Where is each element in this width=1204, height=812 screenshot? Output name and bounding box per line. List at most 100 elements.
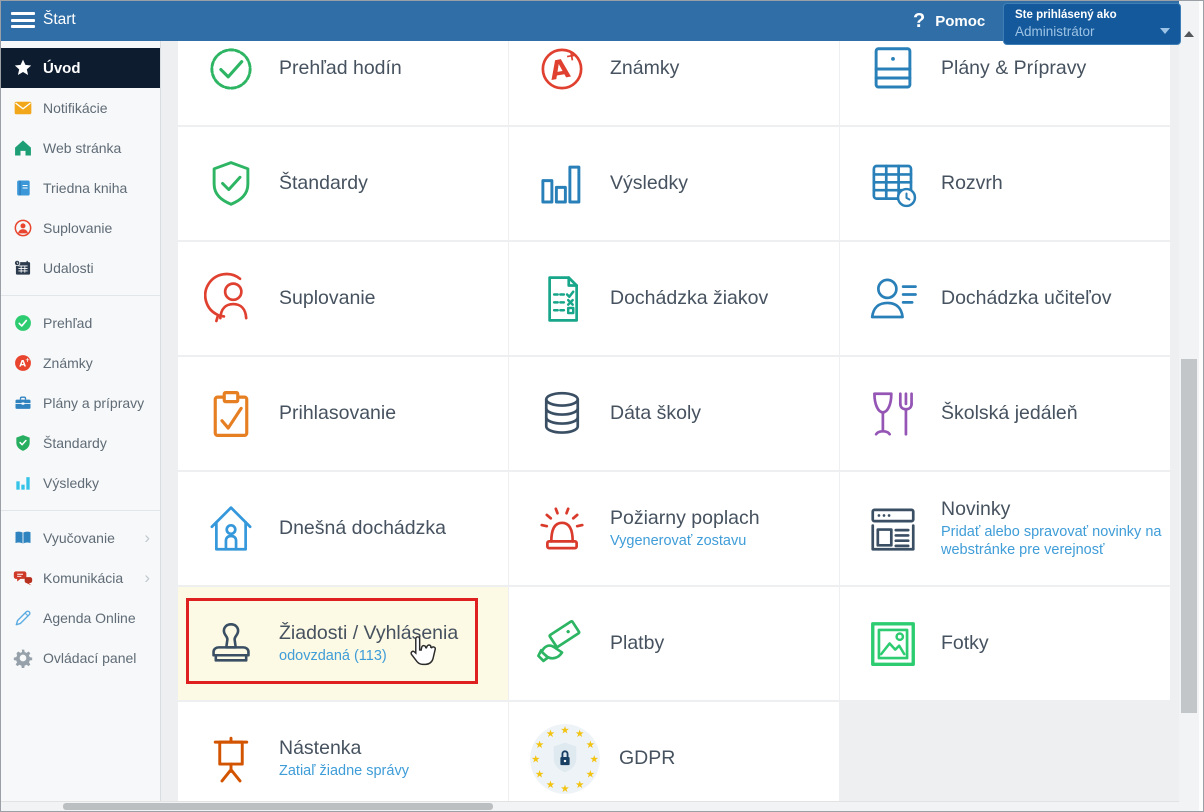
tile-novinky[interactable]: Novinky Pridať alebo spravovať novinky n… bbox=[840, 472, 1170, 585]
sidebar-item-plany-a-pripravy[interactable]: Plány a prípravy bbox=[1, 383, 160, 423]
gdpr-stars-lock-icon: ★★★★★★★★★★★★ bbox=[523, 720, 607, 798]
caret-down-icon bbox=[1160, 28, 1170, 34]
user-role-dropdown[interactable]: Ste prihlásený ako Administrátor bbox=[1003, 3, 1181, 45]
tile-dnesna-dochadzka[interactable]: Dnešná dochádzka bbox=[178, 472, 508, 585]
sidebar: Úvod Notifikácie Web stránka Triedna kni… bbox=[1, 41, 161, 801]
tile-rozvrh[interactable]: Rozvrh bbox=[840, 127, 1170, 240]
chevron-right-icon: › bbox=[144, 528, 150, 548]
sidebar-item-prehlad[interactable]: Prehľad bbox=[1, 303, 160, 343]
tile-data-skoly[interactable]: Dáta školy bbox=[509, 357, 839, 470]
sidebar-item-udalosti[interactable]: Udalosti bbox=[1, 248, 160, 288]
gear-icon bbox=[11, 648, 35, 668]
briefcase-icon bbox=[11, 393, 35, 413]
tile-nastenka[interactable]: Nástenka Zatiaľ žiadne správy bbox=[178, 702, 508, 812]
seal-check-icon bbox=[203, 42, 259, 96]
tile-dochadzka-ucitelov[interactable]: Dochádzka učiteľov bbox=[840, 242, 1170, 355]
notebook-icon bbox=[11, 178, 35, 198]
sidebar-item-notifikacie[interactable]: Notifikácie bbox=[1, 88, 160, 128]
sidebar-item-label: Úvod bbox=[43, 60, 81, 77]
siren-icon bbox=[534, 502, 590, 556]
svg-text:★: ★ bbox=[531, 753, 540, 765]
open-book-icon bbox=[11, 528, 35, 548]
sidebar-item-label: Agenda Online bbox=[43, 610, 136, 626]
sidebar-item-label: Web stránka bbox=[43, 140, 121, 156]
start-menu-label[interactable]: Štart bbox=[43, 11, 76, 29]
sidebar-item-label: Notifikácie bbox=[43, 100, 108, 116]
svg-text:+: + bbox=[25, 358, 30, 364]
tile-dochadzka-ziakov[interactable]: Dochádzka žiakov bbox=[509, 242, 839, 355]
tile-platby[interactable]: Platby bbox=[509, 587, 839, 700]
scroll-up-arrow-icon[interactable] bbox=[1184, 31, 1194, 37]
vertical-scrollbar-thumb[interactable] bbox=[1181, 359, 1197, 713]
sidebar-item-ovladaci-panel[interactable]: Ovládací panel bbox=[1, 638, 160, 678]
home-icon bbox=[11, 138, 35, 158]
tile-label: Nástenka bbox=[279, 737, 409, 760]
svg-text:★: ★ bbox=[586, 739, 595, 751]
tile-poziarny-poplach[interactable]: Požiarny poplach Vygenerovať zostavu bbox=[509, 472, 839, 585]
manage-news-link[interactable]: Pridať alebo spravovať novinky na webstr… bbox=[941, 523, 1170, 559]
tile-fotky[interactable]: Fotky bbox=[840, 587, 1170, 700]
tile-label: Známky bbox=[610, 57, 679, 80]
sidebar-item-suplovanie[interactable]: Suplovanie bbox=[1, 208, 160, 248]
window-right-margin bbox=[1199, 1, 1204, 812]
sidebar-item-vysledky[interactable]: Výsledky bbox=[1, 463, 160, 503]
question-mark-icon: ? bbox=[913, 10, 925, 33]
sidebar-item-uvod[interactable]: Úvod bbox=[1, 48, 160, 88]
tile-suplovanie[interactable]: Suplovanie bbox=[178, 242, 508, 355]
help-button[interactable]: ? Pomoc bbox=[913, 1, 985, 41]
horizontal-scrollbar-thumb[interactable] bbox=[63, 803, 493, 810]
no-messages-link[interactable]: Zatiaľ žiadne správy bbox=[279, 762, 409, 780]
chevron-right-icon: › bbox=[144, 568, 150, 588]
person-circle-icon bbox=[11, 218, 35, 238]
sidebar-item-label: Plány a prípravy bbox=[43, 395, 144, 411]
sidebar-item-triedna-kniha[interactable]: Triedna kniha bbox=[1, 168, 160, 208]
tile-gdpr[interactable]: ★★★★★★★★★★★★ GDPR bbox=[509, 702, 839, 812]
hand-cursor-icon bbox=[406, 635, 436, 674]
tile-label: Školská jedáleň bbox=[941, 402, 1078, 425]
bar-chart-icon bbox=[11, 473, 35, 493]
sidebar-item-vyucovanie[interactable]: Vyučovanie › bbox=[1, 518, 160, 558]
sidebar-item-label: Ovládací panel bbox=[43, 650, 136, 666]
sidebar-item-label: Suplovanie bbox=[43, 220, 112, 236]
shield-check-icon bbox=[203, 157, 259, 211]
svg-text:★: ★ bbox=[560, 724, 569, 736]
tile-label: Dnešná dochádzka bbox=[279, 517, 446, 540]
sidebar-item-web-stranka[interactable]: Web stránka bbox=[1, 128, 160, 168]
tile-label: Dochádzka učiteľov bbox=[941, 287, 1111, 310]
person-substitution-icon bbox=[203, 272, 259, 326]
attendance-checklist-icon bbox=[534, 272, 590, 326]
generate-report-link[interactable]: Vygenerovať zostavu bbox=[610, 532, 760, 550]
tile-prihlasovanie[interactable]: Prihlasovanie bbox=[178, 357, 508, 470]
newspaper-icon bbox=[865, 502, 921, 556]
tile-standardy[interactable]: Štandardy bbox=[178, 127, 508, 240]
chat-bubbles-icon bbox=[11, 568, 35, 588]
house-person-icon bbox=[203, 502, 259, 556]
sidebar-item-standardy[interactable]: Štandardy bbox=[1, 423, 160, 463]
svg-text:+: + bbox=[564, 46, 579, 65]
sidebar-divider bbox=[1, 510, 160, 511]
sidebar-item-agenda-online[interactable]: Agenda Online bbox=[1, 598, 160, 638]
tile-label: Dáta školy bbox=[610, 402, 701, 425]
timetable-clock-icon bbox=[865, 157, 921, 211]
clipboard-check-icon bbox=[203, 387, 259, 441]
tile-ziadosti-vyhlasenia[interactable]: Žiadosti / Vyhlásenia odovzdaná (113) bbox=[178, 587, 508, 700]
tile-label: Prehľad hodín bbox=[279, 57, 402, 80]
tile-label: GDPR bbox=[619, 747, 675, 770]
tile-label: Plány & Prípravy bbox=[941, 57, 1086, 80]
svg-text:★: ★ bbox=[560, 782, 569, 794]
svg-text:★: ★ bbox=[546, 728, 555, 740]
star-icon bbox=[11, 58, 35, 78]
payment-hand-icon bbox=[534, 617, 590, 671]
sidebar-item-znamky[interactable]: A+ Známky bbox=[1, 343, 160, 383]
tile-skolska-jedalen[interactable]: Školská jedáleň bbox=[840, 357, 1170, 470]
tile-vysledky[interactable]: Výsledky bbox=[509, 127, 839, 240]
person-lines-icon bbox=[865, 272, 921, 326]
hamburger-menu-icon[interactable] bbox=[11, 12, 35, 30]
svg-text:★: ★ bbox=[535, 739, 544, 751]
sidebar-item-label: Udalosti bbox=[43, 260, 94, 276]
envelope-icon bbox=[11, 98, 35, 118]
logged-in-as-label: Ste prihlásený ako bbox=[1015, 9, 1117, 21]
sidebar-item-label: Výsledky bbox=[43, 475, 99, 491]
sidebar-item-komunikacia[interactable]: Komunikácia › bbox=[1, 558, 160, 598]
drawers-icon bbox=[865, 42, 921, 96]
